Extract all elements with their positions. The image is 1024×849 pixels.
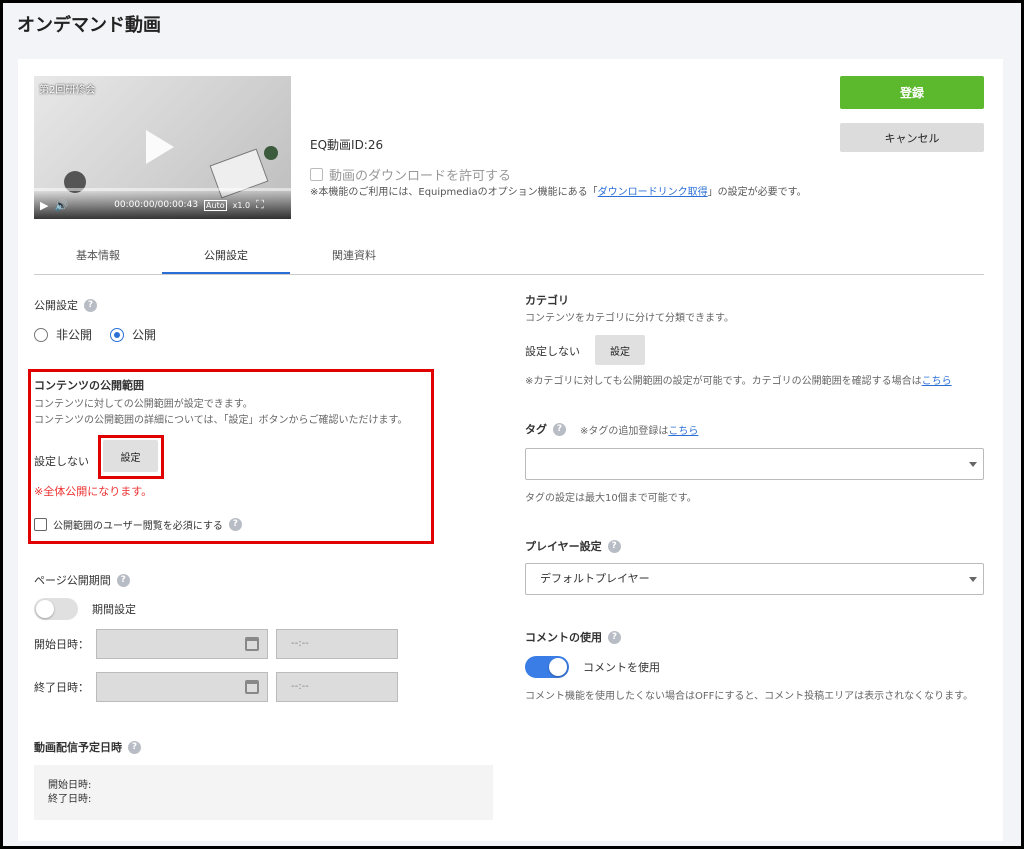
radio-private-label: 非公開	[56, 328, 93, 342]
calendar-icon[interactable]	[245, 680, 259, 694]
schedule-label: 動画配信予定日時 ?	[34, 739, 141, 755]
start-date-row: 開始日時： --:--	[34, 629, 398, 659]
period-toggle[interactable]	[34, 598, 78, 620]
start-date-label: 開始日時：	[34, 638, 89, 651]
help-icon[interactable]: ?	[84, 298, 97, 312]
help-icon[interactable]: ?	[228, 518, 242, 531]
start-time-input[interactable]: --:--	[276, 629, 398, 659]
download-note: ※本機能のご利用には、Equipmediaのオプション機能にある「ダウンロードリ…	[310, 185, 815, 201]
content-card: 第2回研修会 ▶ 🔊 00:00:00/00:00:43 Auto x1.0 ⛶…	[18, 59, 1003, 841]
tab-bar: 基本情報 公開設定 関連資料	[34, 245, 984, 275]
tag-help: タグの設定は最大10個まで可能です。	[525, 493, 697, 504]
quality-icon[interactable]: Auto	[204, 199, 227, 211]
tag-select[interactable]	[525, 448, 984, 480]
register-button[interactable]: 登録	[840, 76, 984, 109]
comment-note: コメント機能を使用したくない場合はOFFにすると、コメント投稿エリアは表示されな…	[525, 691, 974, 702]
page-title: オンデマンド動画	[17, 15, 161, 36]
window-frame: オンデマンド動画 第2回研修会 ▶ 🔊 00:00:00/00:00:43 Au…	[0, 0, 1024, 849]
category-status: 設定しない	[525, 345, 580, 358]
video-controls: ▶ 🔊 00:00:00/00:00:43 Auto x1.0 ⛶	[34, 191, 291, 219]
scope-status: 設定しない	[34, 455, 89, 468]
scope-require-checkbox[interactable]	[34, 518, 47, 531]
scope-description: コンテンツに対しての公開範囲が設定できます。 コンテンツの公開範囲の詳細について…	[34, 397, 408, 429]
speed-icon[interactable]: x1.0	[233, 201, 250, 210]
video-player[interactable]: 第2回研修会 ▶ 🔊 00:00:00/00:00:43 Auto x1.0 ⛶	[34, 76, 291, 219]
calendar-icon[interactable]	[245, 637, 259, 651]
plant-decor	[264, 146, 278, 160]
schedule-start: 開始日時:	[48, 780, 92, 791]
download-permit-checkbox[interactable]	[310, 168, 323, 181]
category-note: ※カテゴリに対しても公開範囲の設定が可能です。カテゴリの公開範囲を確認する場合は…	[525, 372, 952, 387]
schedule-label-text: 動画配信予定日時	[34, 741, 122, 754]
period-toggle-row: 期間設定	[34, 598, 136, 620]
radio-public[interactable]	[110, 327, 125, 342]
scope-warning: ※全体公開になります。	[34, 485, 153, 498]
player-label-text: プレイヤー設定	[525, 540, 602, 553]
volume-icon[interactable]: 🔊	[54, 199, 68, 212]
download-note-text: ※本機能のご利用には、Equipmediaのオプション機能にある「	[310, 187, 598, 198]
player-select[interactable]: デフォルトプレイヤー	[525, 563, 984, 595]
video-overlay-label: 第2回研修会	[39, 85, 96, 96]
help-icon[interactable]: ?	[128, 740, 141, 754]
scope-description-line1: コンテンツに対しての公開範囲が設定できます。	[34, 399, 253, 410]
fullscreen-icon[interactable]: ⛶	[256, 198, 264, 212]
category-setting-button[interactable]: 設定	[595, 335, 645, 365]
tab-related-materials[interactable]: 関連資料	[290, 245, 418, 274]
radio-private[interactable]	[34, 327, 48, 342]
play-icon[interactable]	[146, 130, 174, 164]
end-date-row: 終了日時： --:--	[34, 672, 398, 702]
player-select-value: デフォルトプレイヤー	[540, 572, 650, 585]
tab-publish-settings[interactable]: 公開設定	[162, 245, 290, 274]
scope-require-label: 公開範囲のユーザー閲覧を必須にする	[53, 521, 223, 532]
download-link-setting-link[interactable]: ダウンロードリンク取得	[598, 187, 708, 198]
tag-label: タグ ? ※タグの追加登録はこちら	[525, 421, 698, 437]
tab-basic-info[interactable]: 基本情報	[34, 245, 162, 274]
scope-description-line2: コンテンツの公開範囲の詳細については、「設定」ボタンからご確認いただけます。	[34, 415, 408, 426]
publish-setting-text: 公開設定	[34, 299, 78, 312]
radio-public-label: 公開	[132, 328, 157, 342]
comment-toggle[interactable]	[525, 656, 569, 678]
scope-title: コンテンツの公開範囲	[34, 379, 144, 392]
chevron-down-icon[interactable]	[969, 462, 977, 467]
eq-video-id: EQ動画ID:26	[310, 138, 384, 152]
publish-radio-group: 非公開 公開	[34, 326, 156, 343]
comment-label-text: コメントの使用	[525, 631, 602, 644]
page-period-text: ページ公開期間	[34, 574, 111, 587]
end-date-input[interactable]	[96, 672, 268, 702]
publish-setting-label: 公開設定 ?	[34, 297, 97, 313]
tag-note: ※タグの追加登録はこちら	[580, 422, 698, 437]
comment-toggle-row: コメントを使用	[525, 656, 660, 678]
schedule-box: 開始日時: 終了日時:	[34, 765, 493, 820]
tag-label-text: タグ	[525, 423, 547, 436]
play-small-icon[interactable]: ▶	[40, 199, 48, 212]
scope-require-row[interactable]: 公開範囲のユーザー閲覧を必須にする ?	[34, 517, 242, 532]
help-icon[interactable]: ?	[116, 573, 130, 587]
end-date-label: 終了日時：	[34, 681, 89, 694]
period-toggle-label: 期間設定	[92, 603, 136, 616]
page-period-label: ページ公開期間 ?	[34, 572, 130, 588]
start-date-input[interactable]	[96, 629, 268, 659]
video-time: 00:00:00/00:00:43	[114, 200, 199, 210]
comment-toggle-label: コメントを使用	[583, 661, 660, 674]
category-title: カテゴリ	[525, 294, 569, 307]
category-scope-link[interactable]: こちら	[922, 376, 952, 387]
download-permit-row[interactable]: 動画のダウンロードを許可する	[310, 165, 511, 184]
comment-label: コメントの使用 ?	[525, 629, 621, 645]
category-description: コンテンツをカテゴリに分けて分類できます。	[525, 313, 734, 324]
chevron-down-icon[interactable]	[969, 577, 977, 582]
tag-note-text: ※タグの追加登録は	[580, 425, 669, 437]
player-label: プレイヤー設定 ?	[525, 538, 621, 554]
cancel-button[interactable]: キャンセル	[840, 123, 984, 152]
end-time-input[interactable]: --:--	[276, 672, 398, 702]
help-icon[interactable]: ?	[553, 422, 566, 436]
tag-add-link[interactable]: こちら	[668, 426, 698, 437]
download-permit-label: 動画のダウンロードを許可する	[329, 169, 512, 184]
help-icon[interactable]: ?	[607, 539, 621, 553]
schedule-end: 終了日時:	[48, 794, 92, 805]
help-icon[interactable]: ?	[608, 630, 621, 644]
scope-setting-button[interactable]: 設定	[103, 440, 158, 472]
download-note-text-end: 」の設定が必要です。	[707, 187, 807, 198]
category-note-text: ※カテゴリに対しても公開範囲の設定が可能です。カテゴリの公開範囲を確認する場合は	[525, 376, 922, 387]
